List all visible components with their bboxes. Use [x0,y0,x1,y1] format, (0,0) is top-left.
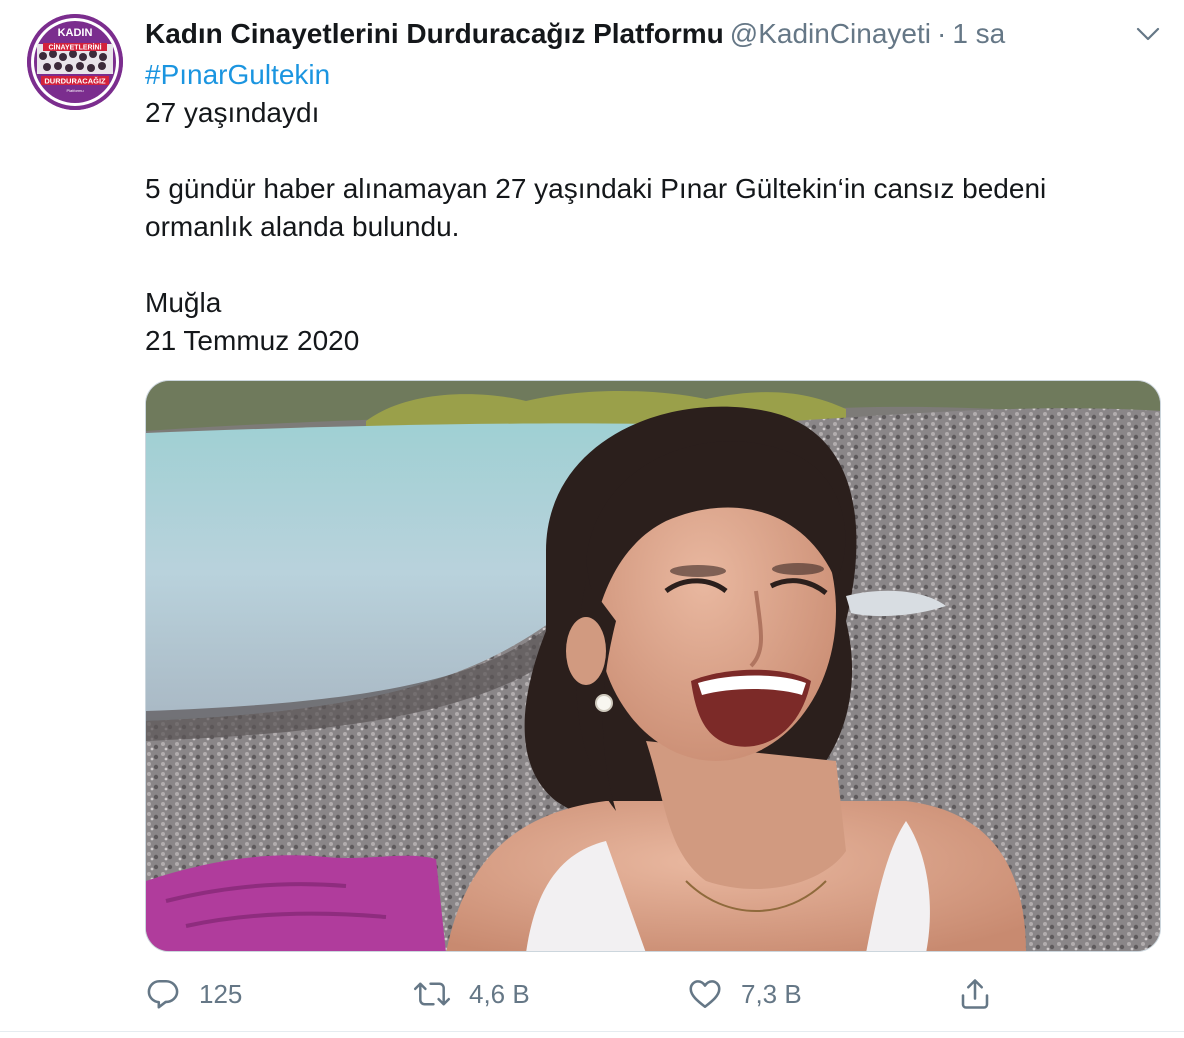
reply-icon [147,979,179,1009]
svg-text:KADIN: KADIN [58,27,93,39]
retweet-count: 4,6 B [469,978,530,1009]
heart-icon [689,980,721,1009]
chevron-down-icon[interactable] [1134,22,1162,46]
tweet-text: #PınarGultekin 27 yaşındaydı 5 gündür ha… [145,56,1165,360]
tweet-header: Kadın Cinayetlerini Durduracağız Platfor… [145,16,1124,52]
share-button[interactable] [957,970,993,1018]
tweet[interactable]: KADIN CİNAYETLERİNİ DURDURACAĞIZ Platfor… [0,0,1184,1032]
tweet-line-age: 27 yaşındaydı [145,97,320,128]
beach-portrait-photo [146,381,1160,951]
tweet-photo[interactable] [145,380,1161,952]
svg-text:CİNAYETLERİNİ: CİNAYETLERİNİ [48,44,101,52]
separator-dot: · [936,18,947,49]
tweet-actions: 125 4,6 B 7,3 B [145,970,1025,1018]
like-count: 7,3 B [741,978,802,1009]
reply-count: 125 [199,978,243,1009]
avatar[interactable]: KADIN CİNAYETLERİNİ DURDURACAĞIZ Platfor… [27,14,123,110]
hashtag-link[interactable]: #PınarGultekin [145,59,330,90]
author-name[interactable]: Kadın Cinayetlerini Durduracağız Platfor… [145,18,724,49]
svg-text:Platformu: Platformu [66,88,83,93]
retweet-icon [413,982,451,1006]
tweet-divider [0,1031,1184,1032]
reply-button[interactable]: 125 [145,970,242,1018]
avatar-logo-icon: KADIN CİNAYETLERİNİ DURDURACAĞIZ Platfor… [27,14,123,110]
tweet-line-place: Muğla [145,287,222,318]
author-handle[interactable]: @KadinCinayeti [730,18,931,49]
svg-text:DURDURACAĞIZ: DURDURACAĞIZ [44,77,106,86]
retweet-button[interactable]: 4,6 B [413,970,530,1018]
tweet-line-news: 5 gündür haber alınamayan 27 yaşındaki P… [145,173,1047,242]
share-icon [961,979,989,1009]
like-button[interactable]: 7,3 B [687,970,802,1018]
tweet-line-date: 21 Temmuz 2020 [145,325,360,356]
tweet-timestamp[interactable]: 1 sa [952,18,1005,49]
